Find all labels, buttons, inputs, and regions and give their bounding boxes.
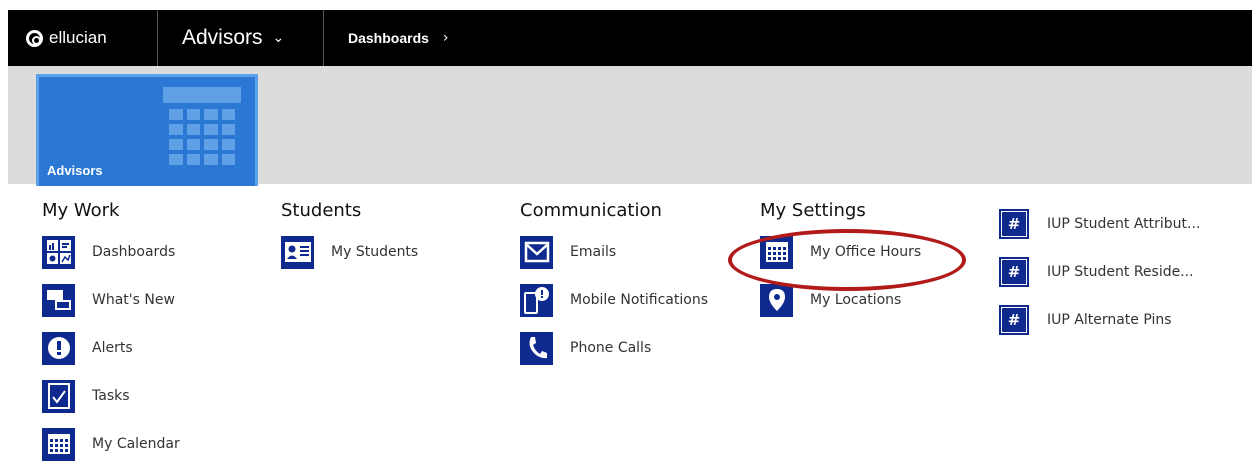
advisors-tile[interactable]: Advisors — [36, 74, 258, 186]
menu-column-students: Students My Students — [281, 200, 418, 276]
app-switcher[interactable]: Advisors ⌄ — [158, 10, 324, 66]
hash-icon: # — [999, 209, 1029, 239]
chat-icon — [42, 283, 75, 317]
menu-item-alerts[interactable]: Alerts — [42, 324, 180, 372]
menu-item-label: Alerts — [92, 340, 133, 356]
menu-item-label: Dashboards — [92, 244, 176, 260]
column-heading: My Settings — [760, 200, 866, 221]
ellucian-logo-icon — [26, 29, 43, 47]
hash-icon: # — [999, 257, 1029, 287]
menu-item-emails[interactable]: Emails — [520, 228, 708, 276]
menu-item-label: Phone Calls — [570, 340, 652, 356]
menu-item-label: My Locations — [810, 292, 902, 308]
menu-item-my-locations[interactable]: My Locations — [760, 276, 921, 324]
chevron-right-icon: › — [442, 30, 449, 46]
hash-icon: # — [999, 305, 1029, 335]
menu-item-label: IUP Alternate Pins — [1047, 312, 1172, 328]
menu-item-mobile-notifications[interactable]: Mobile Notifications — [520, 276, 708, 324]
breadcrumb[interactable]: Dashboards › — [324, 30, 449, 46]
menu-item-label: Mobile Notifications — [570, 292, 708, 308]
menu-item-label: IUP Student Attribut... — [1047, 216, 1201, 232]
column-heading: Communication — [520, 200, 662, 221]
menu-item-whats-new[interactable]: What's New — [42, 276, 180, 324]
menu-item-label: Emails — [570, 244, 617, 260]
menu-item-label: My Calendar — [92, 436, 180, 452]
menu-item-label: My Students — [331, 244, 419, 260]
menu-item-iup-student-residence[interactable]: # IUP Student Reside... — [999, 248, 1200, 296]
app-title: Advisors — [182, 26, 263, 49]
column-heading: My Work — [42, 200, 120, 221]
menu-item-my-calendar[interactable]: My Calendar — [42, 420, 180, 468]
menu-item-my-office-hours[interactable]: My Office Hours — [760, 228, 921, 276]
calendar-icon — [42, 427, 75, 461]
menu-item-label: Tasks — [92, 388, 130, 404]
menu-item-label: My Office Hours — [810, 244, 922, 260]
menu-item-iup-student-attributes[interactable]: # IUP Student Attribut... — [999, 200, 1200, 248]
logo-text: ellucian — [49, 28, 107, 47]
envelope-icon — [520, 235, 553, 269]
menu-item-iup-alternate-pins[interactable]: # IUP Alternate Pins — [999, 296, 1200, 344]
chevron-down-icon: ⌄ — [272, 30, 285, 46]
menu-item-label: IUP Student Reside... — [1047, 264, 1194, 280]
menu-item-phone-calls[interactable]: Phone Calls — [520, 324, 708, 372]
menu-column-iup: # IUP Student Attribut... # IUP Student … — [999, 200, 1200, 344]
location-pin-icon — [760, 283, 793, 317]
menu-item-label: What's New — [92, 292, 175, 308]
menu-column-my-settings: My Settings My Office Hours My Locations — [760, 200, 921, 324]
menu-item-tasks[interactable]: Tasks — [42, 372, 180, 420]
mobile-notification-icon — [520, 283, 553, 317]
menu-item-dashboards[interactable]: Dashboards — [42, 228, 180, 276]
column-heading: Students — [281, 200, 362, 221]
student-card-icon — [281, 235, 314, 269]
tile-label: Advisors — [47, 163, 103, 178]
top-navigation-bar: ellucian Advisors ⌄ Dashboards › — [8, 10, 1252, 66]
menu-column-communication: Communication Emails Mobile Notification… — [520, 200, 708, 372]
phone-icon — [520, 331, 553, 365]
dashboard-tile-strip: Advisors — [8, 66, 1252, 186]
menu-item-my-students[interactable]: My Students — [281, 228, 418, 276]
calendar-icon — [163, 87, 241, 171]
menu-column-my-work: My Work Dashboards What's New Alerts Tas… — [42, 200, 180, 468]
dashboard-icon — [42, 235, 75, 269]
breadcrumb-dashboards: Dashboards — [348, 30, 429, 46]
alert-icon — [42, 331, 75, 365]
ellucian-logo[interactable]: ellucian — [8, 10, 158, 66]
task-check-icon — [42, 379, 75, 413]
calendar-icon — [760, 235, 793, 269]
